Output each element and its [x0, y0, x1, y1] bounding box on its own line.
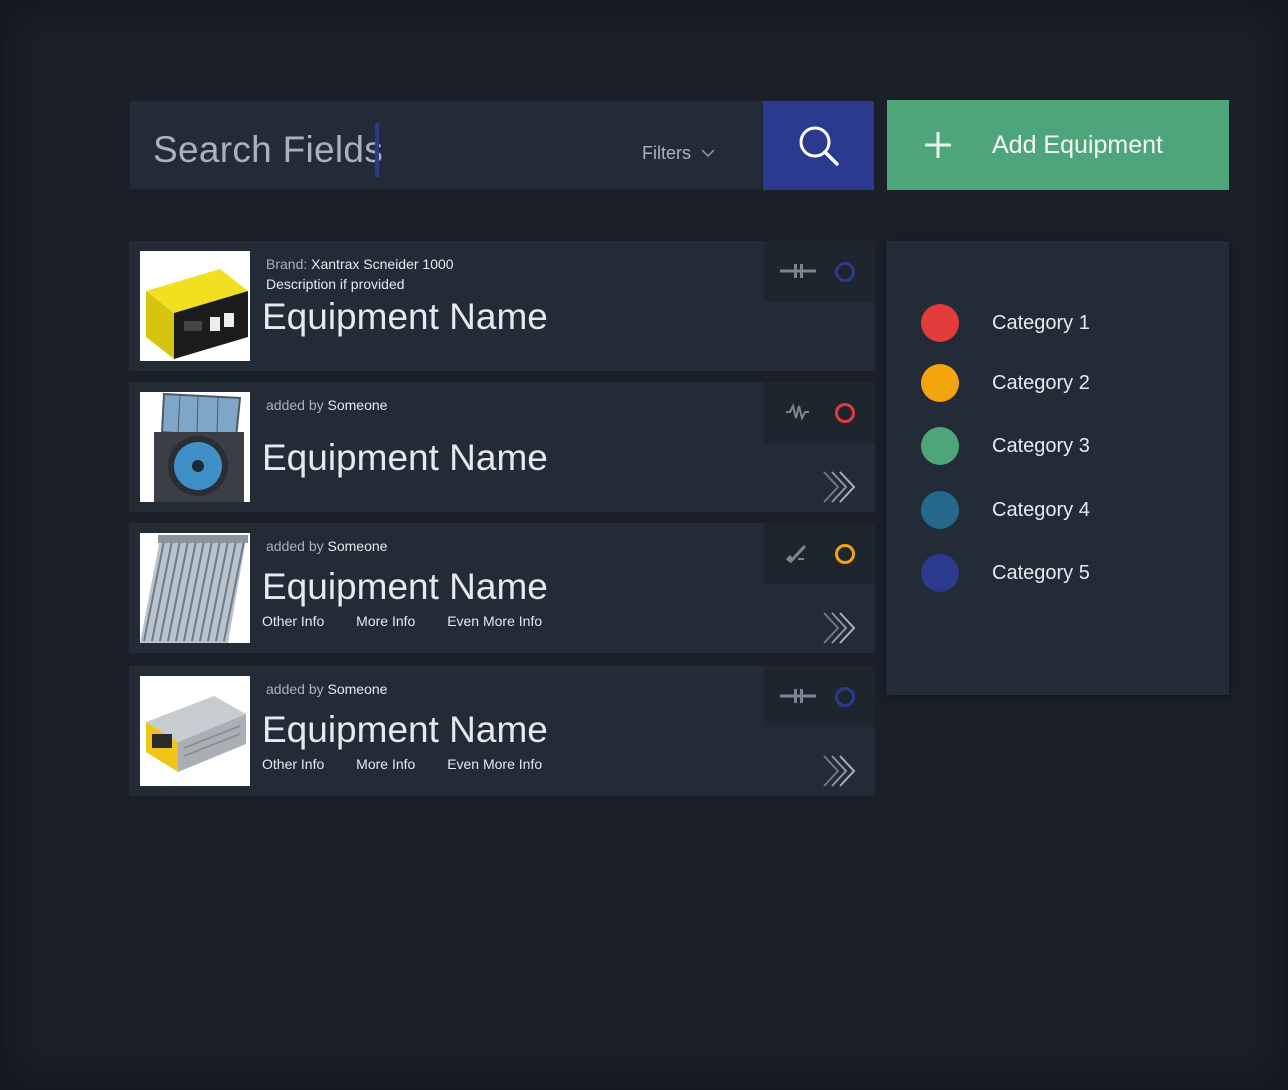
status-box	[764, 382, 875, 443]
equipment-name: Equipment Name	[262, 709, 548, 750]
status-ring	[835, 687, 855, 707]
equipment-thumbnail-inverter	[140, 251, 250, 361]
plug-icon	[780, 689, 816, 703]
status-box	[764, 666, 875, 727]
legend-item-category-5[interactable]: Category 5	[921, 554, 1090, 592]
equipment-name: Equipment Name	[262, 566, 548, 607]
brand-value: Xantrax Scneider 1000	[311, 256, 454, 272]
even-more-info: Even More Info	[447, 613, 543, 629]
added-by-line: added by Someone	[266, 397, 387, 413]
filters-dropdown[interactable]: Filters	[642, 143, 715, 164]
category-label: Category 2	[992, 371, 1090, 394]
other-info: Other Info	[262, 613, 325, 629]
wrench-icon	[786, 545, 806, 563]
add-equipment-button[interactable]: Add Equipment	[887, 100, 1229, 190]
status-box	[764, 523, 875, 584]
added-by-line: added by Someone	[266, 681, 387, 697]
plus-icon	[925, 132, 951, 158]
search-button[interactable]	[763, 101, 874, 190]
equipment-name: Equipment Name	[262, 437, 548, 478]
status-ring	[835, 544, 855, 564]
added-by-user: Someone	[327, 681, 388, 697]
chevron-down-icon	[701, 149, 715, 158]
search-input[interactable]: Search Fields Filters	[129, 100, 763, 190]
added-by-prefix: added by	[266, 681, 324, 697]
category-label: Category 1	[992, 311, 1090, 334]
status-ring	[835, 403, 855, 423]
added-by-prefix: added by	[266, 538, 324, 554]
even-more-info: Even More Info	[447, 756, 543, 772]
legend-item-category-2[interactable]: Category 2	[921, 364, 1090, 402]
more-info: More Info	[356, 756, 416, 772]
category-label: Category 4	[992, 498, 1090, 521]
added-by-prefix: added by	[266, 397, 324, 413]
chevron-right-icon[interactable]	[822, 754, 858, 788]
status-ring	[835, 262, 855, 282]
waveform-icon	[786, 403, 809, 421]
brand-prefix: Brand:	[266, 256, 308, 272]
add-equipment-label: Add Equipment	[992, 131, 1163, 159]
added-by-user: Someone	[327, 538, 388, 554]
equipment-description: Description if provided	[266, 276, 405, 292]
added-by-line: added by Someone	[266, 538, 387, 554]
brand-line: Brand: Xantrax Scneider 1000	[266, 256, 454, 272]
category-dot	[921, 554, 959, 592]
equipment-name: Equipment Name	[262, 296, 548, 337]
legend-item-category-3[interactable]: Category 3	[921, 427, 1090, 465]
filters-label: Filters	[642, 143, 691, 163]
equipment-thumbnail-solar-collector	[140, 533, 250, 643]
legend-item-category-4[interactable]: Category 4	[921, 491, 1090, 529]
other-info: Other Info	[262, 756, 325, 772]
category-dot	[921, 364, 959, 402]
status-box	[764, 241, 875, 302]
search-placeholder: Search Fields	[153, 129, 384, 170]
category-dot	[921, 491, 959, 529]
info-row: Other Info More Info Even More Info	[262, 613, 570, 629]
equipment-card[interactable]: added by Someone Equipment Name Other In…	[129, 523, 875, 653]
plug-icon	[780, 264, 816, 278]
more-info: More Info	[356, 613, 416, 629]
chevron-right-icon[interactable]	[822, 611, 858, 645]
equipment-thumbnail-solar-fan	[140, 392, 250, 502]
chevron-right-icon[interactable]	[822, 470, 858, 504]
category-dot	[921, 427, 959, 465]
equipment-card[interactable]: added by Someone Equipment Name Other In…	[129, 666, 875, 796]
added-by-user: Someone	[327, 397, 388, 413]
category-label: Category 5	[992, 561, 1090, 584]
category-label: Category 3	[992, 434, 1090, 457]
category-dot	[921, 304, 959, 342]
equipment-thumbnail-inverter-silver	[140, 676, 250, 786]
category-legend: Category 1 Category 2 Category 3 Categor…	[886, 241, 1229, 695]
search-icon	[799, 126, 839, 166]
legend-item-category-1[interactable]: Category 1	[921, 304, 1090, 342]
equipment-card[interactable]: Brand: Xantrax Scneider 1000 Description…	[129, 241, 875, 371]
equipment-card[interactable]: added by Someone Equipment Name	[129, 382, 875, 512]
info-row: Other Info More Info Even More Info	[262, 756, 570, 772]
text-caret	[375, 123, 379, 177]
